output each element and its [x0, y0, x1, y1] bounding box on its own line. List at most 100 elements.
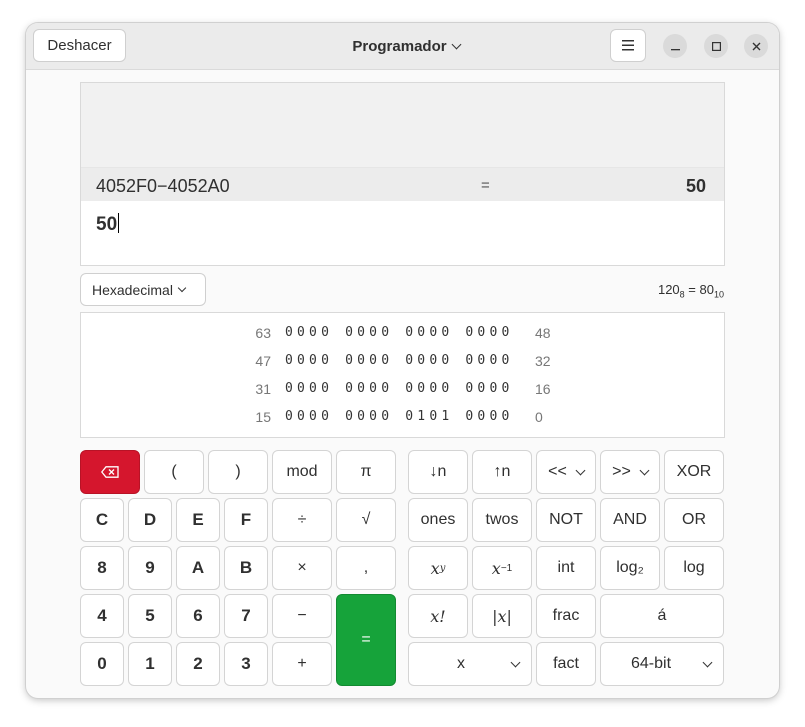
bit-panel: 63 0000 0000 0000 0000 48 47 0000 0000 0…	[80, 312, 725, 438]
number-base-dropdown[interactable]: Hexadecimal	[80, 273, 206, 306]
insert-character-button[interactable]: á	[600, 594, 724, 638]
bit-row: 15 0000 0000 0101 0000 0	[81, 409, 724, 429]
chevron-down-icon	[702, 657, 713, 667]
history-row[interactable]: 4052F0−4052A0 = 50	[81, 167, 724, 202]
word-size-dropdown[interactable]: 64-bit	[600, 642, 724, 686]
hamburger-icon	[622, 40, 634, 51]
ones-complement-button[interactable]: ones	[408, 498, 468, 542]
shift-up-button[interactable]: ↑n	[472, 450, 532, 494]
minimize-icon	[670, 48, 680, 50]
comma-button[interactable]: ,	[336, 546, 396, 590]
power-exponent: y	[439, 562, 446, 574]
close-button[interactable]	[744, 34, 768, 58]
maximize-icon	[711, 41, 721, 51]
chevron-down-icon	[451, 39, 462, 49]
bit-index-left: 47	[255, 353, 271, 369]
mod-button[interactable]: mod	[272, 450, 332, 494]
bit-row: 31 0000 0000 0000 0000 16	[81, 381, 724, 401]
factorial-button[interactable]: x!	[408, 594, 468, 638]
bit-groups[interactable]: 0000 0000 0000 0000	[285, 353, 514, 368]
history-result[interactable]: 50	[686, 176, 706, 197]
digit-b-button[interactable]: B	[224, 546, 268, 590]
equals-button[interactable]: =	[336, 594, 396, 686]
digit-9-button[interactable]: 9	[128, 546, 172, 590]
digit-7-button[interactable]: 7	[224, 594, 268, 638]
digit-d-button[interactable]: D	[128, 498, 172, 542]
chevron-down-icon	[575, 465, 586, 475]
backspace-icon	[101, 466, 119, 478]
power-base: x	[430, 558, 440, 578]
open-paren-button[interactable]: (	[144, 450, 204, 494]
shift-left-dropdown[interactable]: <<	[536, 450, 596, 494]
or-button[interactable]: OR	[664, 498, 724, 542]
x-dropdown[interactable]: x	[408, 642, 532, 686]
fact-button[interactable]: fact	[536, 642, 596, 686]
sqrt-button[interactable]: √	[336, 498, 396, 542]
bit-index-right: 48	[535, 325, 551, 341]
bit-index-right: 0	[535, 409, 543, 425]
shift-right-dropdown[interactable]: >>	[600, 450, 660, 494]
bit-row: 47 0000 0000 0000 0000 32	[81, 353, 724, 373]
frac-button[interactable]: frac	[536, 594, 596, 638]
digit-1-button[interactable]: 1	[128, 642, 172, 686]
minus-button[interactable]: −	[272, 594, 332, 638]
digit-3-button[interactable]: 3	[224, 642, 268, 686]
shift-right-label: >>	[612, 463, 631, 480]
bit-row: 63 0000 0000 0000 0000 48	[81, 325, 724, 345]
digit-c-button[interactable]: C	[80, 498, 124, 542]
log-button[interactable]: log	[664, 546, 724, 590]
shift-down-button[interactable]: ↓n	[408, 450, 468, 494]
inverse-base: x	[491, 558, 501, 578]
bit-groups[interactable]: 0000 0000 0101 0000	[285, 409, 514, 424]
chevron-down-icon	[639, 465, 650, 475]
undo-button[interactable]: Deshacer	[33, 29, 126, 62]
inverse-button[interactable]: x −1	[472, 546, 532, 590]
close-paren-button[interactable]: )	[208, 450, 268, 494]
digit-5-button[interactable]: 5	[128, 594, 172, 638]
divide-button[interactable]: ÷	[272, 498, 332, 542]
base-label: Hexadecimal	[92, 281, 173, 298]
header-bar: Deshacer Programador	[26, 23, 779, 70]
calculator-window: Deshacer Programador 4052F0−4052A0 = 50	[26, 23, 779, 698]
bit-index-right: 32	[535, 353, 551, 369]
minimize-button[interactable]	[663, 34, 687, 58]
twos-complement-button[interactable]: twos	[472, 498, 532, 542]
digit-a-button[interactable]: A	[176, 546, 220, 590]
digit-f-button[interactable]: F	[224, 498, 268, 542]
history-expression[interactable]: 4052F0−4052A0	[96, 176, 230, 197]
maximize-button[interactable]	[704, 34, 728, 58]
power-button[interactable]: xy	[408, 546, 468, 590]
x-dropdown-label: x	[457, 655, 465, 672]
not-button[interactable]: NOT	[536, 498, 596, 542]
bit-index-left: 63	[255, 325, 271, 341]
entry-value: 50	[96, 214, 118, 235]
int-button[interactable]: int	[536, 546, 596, 590]
plus-button[interactable]: +	[272, 642, 332, 686]
multiply-button[interactable]: ×	[272, 546, 332, 590]
expression-entry[interactable]: 50	[80, 201, 725, 266]
digit-0-button[interactable]: 0	[80, 642, 124, 686]
backspace-button[interactable]	[80, 450, 140, 494]
xor-button[interactable]: XOR	[664, 450, 724, 494]
digit-8-button[interactable]: 8	[80, 546, 124, 590]
main-menu-button[interactable]	[610, 29, 646, 62]
digit-2-button[interactable]: 2	[176, 642, 220, 686]
digit-6-button[interactable]: 6	[176, 594, 220, 638]
bit-groups[interactable]: 0000 0000 0000 0000	[285, 381, 514, 396]
digit-e-button[interactable]: E	[176, 498, 220, 542]
close-icon	[752, 42, 760, 50]
abs-button[interactable]: |x|	[472, 594, 532, 638]
abs-label: |x|	[492, 606, 512, 626]
and-button[interactable]: AND	[600, 498, 660, 542]
digit-4-button[interactable]: 4	[80, 594, 124, 638]
log2-button[interactable]: log₂	[600, 546, 660, 590]
word-size-label: 64-bit	[631, 655, 672, 672]
factorial-label: x!	[430, 606, 446, 626]
bit-groups[interactable]: 0000 0000 0000 0000	[285, 325, 514, 340]
mode-selector[interactable]: Programador	[336, 23, 476, 69]
chevron-down-icon	[510, 657, 521, 667]
pi-button[interactable]: π	[336, 450, 396, 494]
base-conversion: 1208 = 8010	[657, 282, 724, 300]
bit-index-left: 15	[255, 409, 271, 425]
text-cursor	[118, 213, 120, 233]
